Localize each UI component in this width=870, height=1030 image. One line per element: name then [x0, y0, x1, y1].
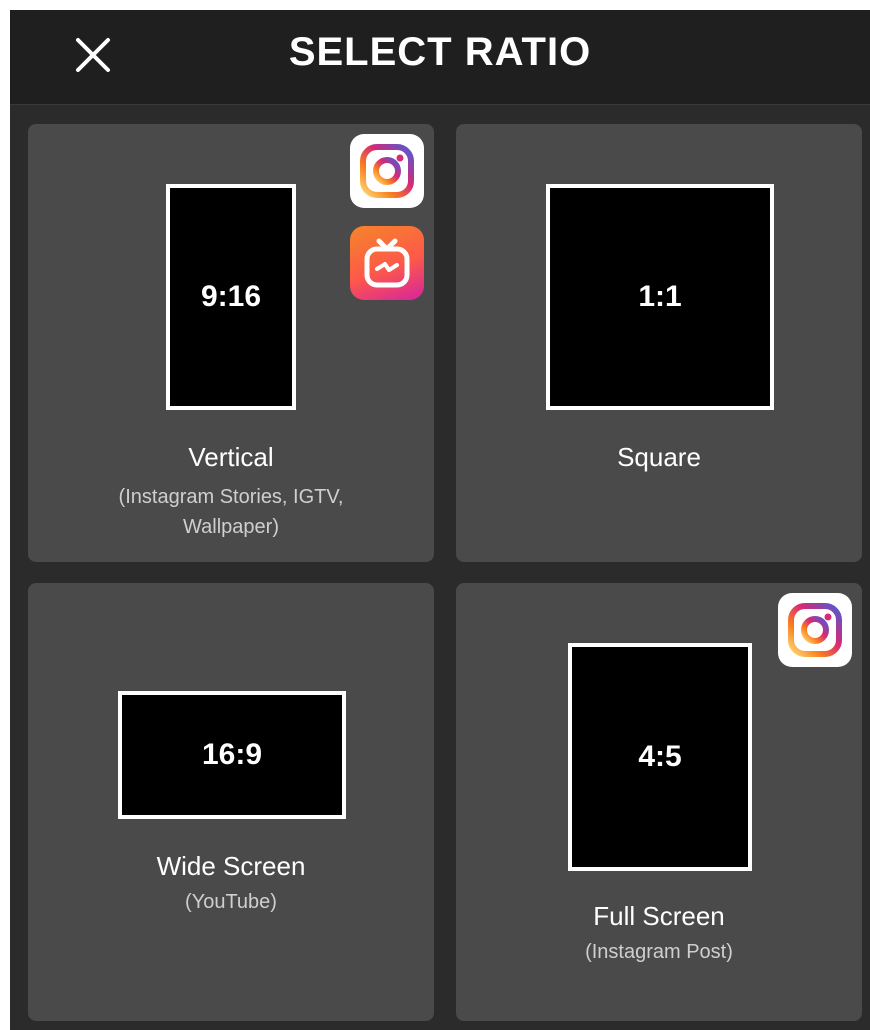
ratio-label: 1:1 [638, 280, 682, 313]
ratio-option-wide-screen[interactable]: 16:9 Wide Screen (YouTube) [28, 583, 434, 1021]
ratio-frame-9-16: 9:16 [166, 184, 296, 410]
card-title: Full Screen [593, 901, 725, 931]
ratio-label: 16:9 [201, 738, 263, 771]
card-subtitle-line1: (Instagram Stories, IGTV, [118, 486, 344, 508]
card-title: Wide Screen [156, 851, 306, 881]
card-title: Square [617, 442, 701, 472]
ratio-frame-1-1: 1:1 [546, 184, 774, 410]
ratio-option-square[interactable]: 1:1 Square [456, 124, 862, 562]
card-subtitle-line1: (YouTube) [185, 891, 277, 913]
ratio-label: 4:5 [638, 740, 682, 773]
page-title: SELECT RATIO [288, 30, 592, 74]
ratio-option-full-screen[interactable]: 4:5 Full Screen (Instagram Post) [456, 583, 862, 1021]
igtv-icon [364, 238, 410, 288]
instagram-badge [350, 134, 424, 208]
ratio-frame-16-9: 16:9 [118, 691, 346, 819]
card-title: Vertical [188, 442, 274, 472]
card-subtitle-line2: Wallpaper) [183, 516, 279, 538]
top-bar: SELECT RATIO [10, 10, 870, 105]
select-ratio-screen: SELECT RATIO 9:16 Vertical (Instagram St… [10, 10, 870, 1030]
instagram-icon [788, 603, 842, 657]
ratio-option-vertical[interactable]: 9:16 Vertical (Instagram Stories, IGTV, … [28, 124, 434, 562]
igtv-badge [350, 226, 424, 300]
ratio-label: 9:16 [200, 280, 262, 313]
instagram-icon [360, 144, 414, 198]
ratio-frame-4-5: 4:5 [568, 643, 752, 871]
instagram-badge [778, 593, 852, 667]
card-subtitle-line1: (Instagram Post) [585, 941, 733, 963]
